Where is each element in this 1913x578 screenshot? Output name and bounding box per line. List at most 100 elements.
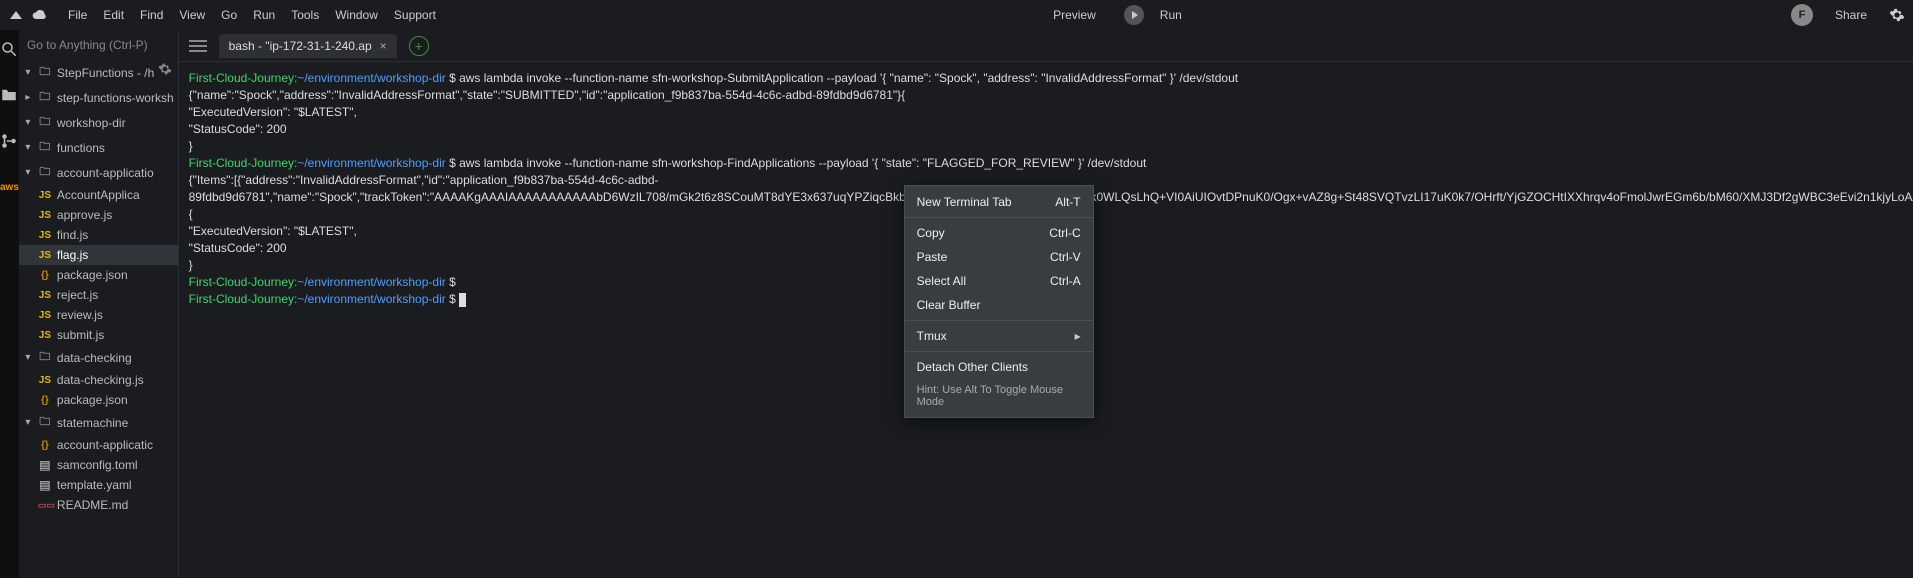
tab-label: bash - "ip-172-31-1-240.ap — [229, 39, 372, 53]
tree-label: review.js — [57, 308, 103, 322]
fold-icon[interactable]: ▾ — [23, 352, 33, 363]
terminal-line: "StatusCode": 200 — [189, 121, 1913, 138]
tree-item[interactable]: ▾ 🗀 account-applicatio — [19, 160, 178, 185]
tree-label: workshop-dir — [57, 116, 126, 130]
tree-item[interactable]: ▾🗀functions — [19, 135, 178, 160]
ctx-tmux[interactable]: Tmux▸ — [905, 324, 1093, 348]
menu-tools[interactable]: Tools — [283, 4, 327, 26]
menu-edit[interactable]: Edit — [95, 4, 132, 26]
ctx-detach-other-clients[interactable]: Detach Other Clients — [905, 355, 1093, 379]
js-icon: JS — [38, 190, 52, 201]
ctx-select-all[interactable]: Select All Ctrl-A — [905, 269, 1093, 293]
tree-item[interactable]: JSapprove.js — [19, 205, 178, 225]
json-icon: {} — [38, 395, 52, 406]
ctx-shortcut: Ctrl-C — [1049, 226, 1080, 240]
source-control-icon[interactable] — [0, 132, 18, 150]
folder-icon: 🗀 — [38, 163, 52, 182]
ctx-paste[interactable]: PasteCtrl-V — [905, 245, 1093, 269]
tree-gear-icon[interactable] — [158, 62, 172, 76]
tree-label: README.md — [57, 498, 128, 512]
menu-file[interactable]: File — [60, 4, 95, 26]
tree-label: package.json — [57, 393, 128, 407]
tree-item[interactable]: {} package.json — [19, 390, 178, 410]
json-icon: {} — [38, 440, 52, 451]
tree-item[interactable]: JSflag.js — [19, 245, 178, 265]
ctx-label: Clear Buffer — [917, 298, 981, 312]
ctx-clear-buffer[interactable]: Clear Buffer — [905, 293, 1093, 317]
tree-item[interactable]: ▤samconfig.toml — [19, 455, 178, 475]
goto-anything-input[interactable]: Go to Anything (Ctrl-P) — [19, 30, 178, 60]
js-icon: JS — [38, 250, 52, 261]
menu-go[interactable]: Go — [213, 4, 245, 26]
caret-up-icon[interactable] — [8, 7, 24, 23]
cloud9-logo-icon[interactable] — [32, 7, 48, 23]
tree-item[interactable]: ▾🗀workshop-dir — [19, 110, 178, 135]
tree-label: reject.js — [57, 288, 98, 302]
tree-label: find.js — [57, 228, 88, 242]
menu-run[interactable]: Run — [245, 4, 283, 26]
js-icon: JS — [38, 330, 52, 341]
tree-item[interactable]: ▤template.yaml — [19, 475, 178, 495]
preview-button[interactable]: Preview — [1045, 4, 1104, 26]
tree-label: account-applicatio — [57, 166, 154, 180]
left-rail: aws — [0, 30, 19, 578]
fold-icon[interactable]: ▾ — [23, 67, 33, 78]
fold-icon[interactable]: ▸ — [23, 92, 33, 103]
ctx-shortcut: Alt-T — [1055, 195, 1080, 209]
ctx-hint: Hint: Use Alt To Toggle Mouse Mode — [905, 379, 1093, 413]
aws-icon[interactable]: aws — [0, 182, 19, 193]
panel-menu-icon[interactable] — [189, 37, 207, 55]
tree-item[interactable]: ▾🗀StepFunctions - /h — [19, 60, 178, 85]
fold-icon[interactable]: ▾ — [23, 117, 33, 128]
tree-item[interactable]: JSAccountApplica — [19, 185, 178, 205]
tree-label: data-checking — [57, 351, 132, 365]
tree-item[interactable]: JSsubmit.js — [19, 325, 178, 345]
tree-item[interactable]: JS reject.js — [19, 285, 178, 305]
tree-item[interactable]: ▸🗀step-functions-worksh — [19, 85, 178, 110]
tree-item[interactable]: JSdata-checking.js — [19, 370, 178, 390]
tree-label: samconfig.toml — [57, 458, 138, 472]
fold-icon[interactable]: ▾ — [23, 417, 33, 428]
folder-icon[interactable] — [0, 86, 18, 104]
tree-label: account-applicatic — [57, 438, 153, 452]
fold-icon[interactable]: ▾ — [23, 167, 33, 178]
tree-label: step-functions-worksh — [57, 91, 174, 105]
menubar: FileEditFindViewGoRunToolsWindowSupport … — [0, 0, 1913, 30]
menu-view[interactable]: View — [171, 4, 213, 26]
tree-item[interactable]: ▾🗀statemachine — [19, 410, 178, 435]
tab-terminal[interactable]: bash - "ip-172-31-1-240.ap × — [219, 34, 397, 58]
run-play-icon[interactable] — [1124, 5, 1144, 25]
gear-icon[interactable] — [1889, 7, 1905, 23]
tree-label: functions — [57, 141, 105, 155]
ctx-label: Copy — [917, 226, 945, 240]
run-button[interactable]: Run — [1152, 4, 1190, 26]
share-button[interactable]: Share — [1827, 4, 1875, 26]
tree-item[interactable]: {} account-applicatic — [19, 435, 178, 455]
fold-icon[interactable]: ▾ — [23, 142, 33, 153]
folder-icon: 🗀 — [38, 413, 52, 432]
add-tab-button[interactable]: + — [409, 36, 429, 56]
ctx-label: Select All — [917, 274, 966, 288]
menu-window[interactable]: Window — [327, 4, 386, 26]
tree-item[interactable]: ▭▭README.md — [19, 495, 178, 515]
ctx-new-terminal-tab[interactable]: New Terminal TabAlt-T — [905, 190, 1093, 214]
tree-item[interactable]: JSreview.js — [19, 305, 178, 325]
search-icon[interactable] — [0, 40, 18, 58]
terminal-line: {"name":"Spock","address":"InvalidAddres… — [189, 87, 1913, 104]
tree-item[interactable]: {}package.json — [19, 265, 178, 285]
chevron-right-icon: ▸ — [1075, 329, 1081, 343]
tree-label: template.yaml — [57, 478, 132, 492]
js-icon: JS — [38, 230, 52, 241]
menu-find[interactable]: Find — [132, 4, 171, 26]
ctx-copy[interactable]: Copy Ctrl-C — [905, 221, 1093, 245]
avatar[interactable]: F — [1791, 4, 1813, 26]
js-icon: JS — [38, 290, 52, 301]
terminal-line: First-Cloud-Journey:~/environment/worksh… — [189, 70, 1913, 87]
menu-support[interactable]: Support — [386, 4, 444, 26]
close-icon[interactable]: × — [380, 39, 387, 53]
sidebar: Go to Anything (Ctrl-P) ▾🗀StepFunctions … — [19, 30, 179, 578]
tree-item[interactable]: JS find.js — [19, 225, 178, 245]
ctx-shortcut: Ctrl-A — [1050, 274, 1081, 288]
tree-item[interactable]: ▾🗀data-checking — [19, 345, 178, 370]
tree-label: approve.js — [57, 208, 112, 222]
